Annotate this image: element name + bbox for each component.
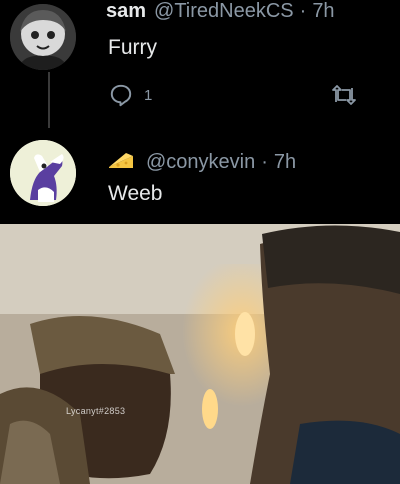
timestamp[interactable]: 7h — [312, 0, 334, 23]
retweet-button[interactable] — [330, 82, 358, 113]
tweet-header: @conykevin · 7h — [106, 146, 296, 174]
video-frame — [0, 224, 400, 484]
retweet-icon — [332, 85, 356, 105]
avatar-sam[interactable] — [10, 4, 76, 70]
avatar-conykevin[interactable] — [10, 140, 76, 206]
reply-count: 1 — [144, 86, 153, 104]
video-player[interactable] — [0, 224, 400, 484]
tweet-actions: 1 — [108, 82, 152, 108]
cheese-icon — [106, 150, 136, 172]
avatar-image — [10, 4, 76, 70]
reply-button[interactable]: 1 — [108, 82, 152, 108]
video-watermark: Lycanyt#2853 — [66, 406, 126, 416]
timestamp[interactable]: 7h — [274, 151, 296, 174]
avatar-image — [10, 140, 76, 206]
tweet-text: Furry — [108, 36, 157, 59]
thread-connector — [48, 72, 50, 128]
user-handle[interactable]: @conykevin — [146, 151, 255, 174]
user-handle[interactable]: @TiredNeekCS — [154, 0, 294, 23]
display-name[interactable]: sam — [106, 0, 146, 23]
tweet-header: sam @TiredNeekCS · 7h — [106, 0, 335, 23]
separator: · — [299, 0, 307, 22]
separator: · — [261, 151, 268, 173]
reply-icon — [110, 84, 132, 107]
tweet-text: Weeb — [108, 182, 163, 205]
